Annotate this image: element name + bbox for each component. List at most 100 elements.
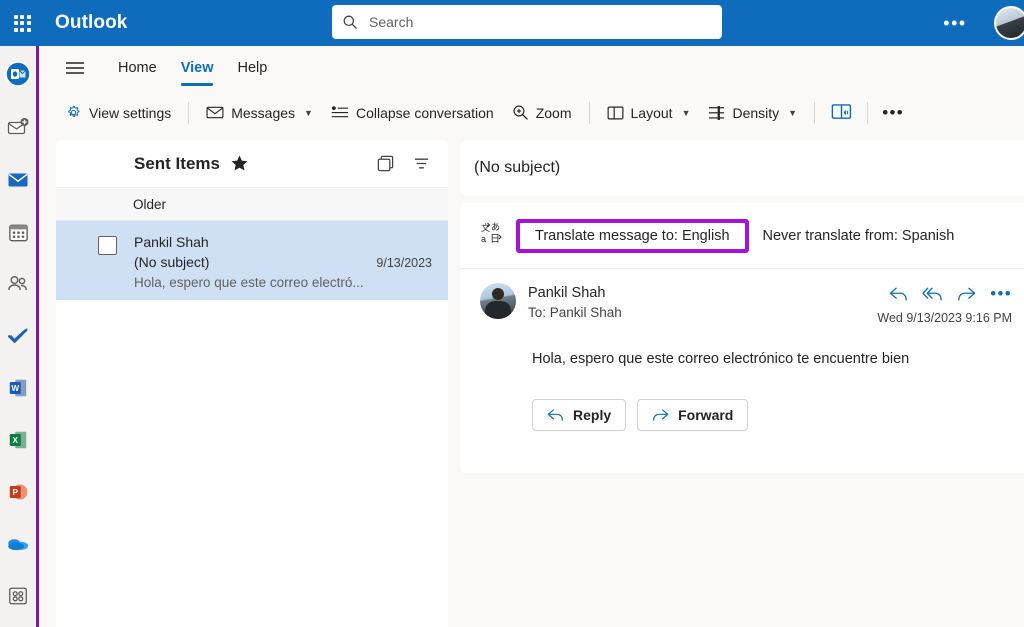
reply-all-button[interactable] bbox=[922, 286, 943, 302]
forward-action-button[interactable]: Forward bbox=[637, 399, 749, 431]
favorite-star-icon bbox=[231, 155, 248, 171]
powerpoint-icon: P bbox=[9, 484, 28, 500]
message-list-header-actions bbox=[372, 151, 434, 177]
ribbon-overflow-button[interactable]: ••• bbox=[876, 97, 910, 129]
reply-all-icon bbox=[922, 287, 942, 301]
chevron-down-icon: ▼ bbox=[304, 107, 313, 118]
sender-avatar[interactable] bbox=[480, 283, 516, 319]
search-input[interactable] bbox=[367, 8, 697, 36]
density-label: Density bbox=[732, 104, 780, 121]
message-overflow-button[interactable]: ••• bbox=[990, 285, 1012, 302]
layout-button[interactable]: Layout ▼ bbox=[598, 97, 700, 129]
reading-pane-card: 文 あ a 日 Translate message to: English Ne… bbox=[460, 203, 1024, 473]
app-header: Outlook ••• bbox=[0, 0, 1024, 46]
message-body: Hola, espero que este correo electrónico… bbox=[532, 351, 910, 367]
filter-icon bbox=[414, 158, 428, 169]
conversation-view-button[interactable] bbox=[372, 151, 398, 177]
reply-button[interactable] bbox=[889, 286, 908, 302]
svg-text:X: X bbox=[12, 436, 18, 445]
calendar-icon bbox=[8, 224, 28, 241]
search-icon bbox=[343, 15, 357, 29]
mail-icon bbox=[8, 173, 28, 187]
message-sender: Pankil Shah bbox=[134, 234, 209, 250]
messages-button[interactable]: Messages ▼ bbox=[197, 97, 322, 129]
svg-text:日: 日 bbox=[490, 234, 500, 245]
translate-message-link[interactable]: Translate message to: English bbox=[528, 223, 737, 249]
app-title: Outlook bbox=[55, 12, 128, 33]
account-avatar[interactable] bbox=[994, 6, 1024, 40]
zoom-button[interactable]: Zoom bbox=[503, 97, 581, 129]
word-icon: W bbox=[9, 379, 27, 397]
rail-item-calendar[interactable] bbox=[0, 206, 38, 258]
rail-item-todo[interactable] bbox=[0, 310, 38, 362]
collapse-conversation-icon bbox=[331, 106, 349, 118]
forward-button[interactable] bbox=[957, 286, 976, 302]
reading-pane-subject: (No subject) bbox=[474, 159, 561, 176]
message-summary: Pankil Shah (No subject) 9/13/2023 Hola,… bbox=[134, 233, 434, 300]
rail-item-new-mail[interactable] bbox=[0, 102, 38, 154]
ribbon-divider bbox=[588, 101, 590, 124]
tab-home[interactable]: Home bbox=[106, 48, 169, 88]
navigation-toggle-button[interactable] bbox=[58, 51, 92, 85]
chevron-down-icon: ▼ bbox=[788, 107, 798, 118]
rail-item-word[interactable]: W bbox=[0, 362, 38, 414]
never-translate-link[interactable]: Never translate from: Spanish bbox=[763, 228, 955, 244]
outlook-logo-icon bbox=[5, 61, 31, 87]
more-apps-icon bbox=[9, 587, 27, 605]
ribbon: Home View Help View settings Messages ▼ bbox=[42, 46, 1024, 137]
svg-text:あ: あ bbox=[491, 222, 500, 232]
message-select-checkbox[interactable] bbox=[98, 236, 117, 255]
rail-item-powerpoint[interactable]: P bbox=[0, 466, 38, 518]
svg-text:a: a bbox=[481, 234, 486, 244]
translation-bar: 文 あ a 日 Translate message to: English Ne… bbox=[460, 203, 1024, 269]
rail-item-outlook[interactable] bbox=[0, 46, 38, 102]
rail-item-onedrive[interactable] bbox=[0, 518, 38, 570]
rail-item-mail[interactable] bbox=[0, 154, 38, 206]
ribbon-divider bbox=[814, 101, 816, 124]
onedrive-icon bbox=[8, 539, 29, 551]
outlook-web-app: Outlook ••• bbox=[0, 0, 1024, 627]
message-group-header: Older bbox=[56, 188, 448, 221]
layout-panel-icon bbox=[607, 106, 623, 119]
tab-view[interactable]: View bbox=[169, 48, 226, 88]
svg-text:P: P bbox=[12, 488, 18, 497]
rail-item-people[interactable] bbox=[0, 258, 38, 310]
message-participants: Pankil Shah To: Pankil Shah bbox=[528, 283, 622, 325]
tab-help[interactable]: Help bbox=[225, 48, 279, 88]
immersive-reader-icon bbox=[831, 104, 851, 119]
conversation-view-icon bbox=[377, 155, 393, 172]
envelope-icon bbox=[206, 106, 224, 119]
filter-button[interactable] bbox=[408, 151, 434, 177]
message-subject: (No subject) bbox=[134, 254, 210, 270]
app-rail: W X P bbox=[0, 46, 39, 627]
favorite-star-button[interactable] bbox=[230, 154, 249, 173]
view-settings-button[interactable]: View settings bbox=[56, 97, 180, 129]
zoom-label: Zoom bbox=[535, 104, 572, 121]
message-date: 9/13/2023 bbox=[376, 256, 432, 270]
message-footer-buttons: Reply Forward bbox=[460, 369, 1024, 431]
rail-item-more-apps[interactable] bbox=[0, 570, 38, 622]
collapse-conversation-button[interactable]: Collapse conversation bbox=[322, 97, 503, 129]
immersive-reader-button[interactable] bbox=[823, 97, 859, 129]
message-header-right: ••• Wed 9/13/2023 9:16 PM bbox=[877, 283, 1012, 325]
people-icon bbox=[8, 275, 27, 291]
message-timestamp: Wed 9/13/2023 9:16 PM bbox=[877, 311, 1012, 325]
layout-label: Layout bbox=[630, 104, 673, 121]
header-overflow-button[interactable]: ••• bbox=[938, 0, 972, 46]
rail-item-excel[interactable]: X bbox=[0, 414, 38, 466]
app-launcher-button[interactable] bbox=[0, 0, 44, 46]
ribbon-commands: View settings Messages ▼ Collapse conver… bbox=[42, 90, 1024, 135]
forward-action-label: Forward bbox=[678, 407, 734, 423]
svg-text:W: W bbox=[11, 384, 19, 393]
chevron-down-icon: ▼ bbox=[681, 107, 691, 118]
search-box[interactable] bbox=[332, 5, 722, 39]
message-list-panel: Sent Items Older Pankil Shah (No subject… bbox=[56, 140, 448, 627]
message-list-item[interactable]: Pankil Shah (No subject) 9/13/2023 Hola,… bbox=[56, 221, 448, 300]
ribbon-tabs: Home View Help bbox=[42, 46, 1024, 90]
hamburger-menu-icon bbox=[66, 62, 84, 74]
collapse-conversation-label: Collapse conversation bbox=[355, 104, 494, 121]
app-launcher-grid-icon bbox=[13, 14, 31, 32]
reply-action-button[interactable]: Reply bbox=[532, 399, 627, 431]
reply-action-label: Reply bbox=[573, 407, 612, 423]
density-button[interactable]: Density ▼ bbox=[699, 97, 806, 129]
